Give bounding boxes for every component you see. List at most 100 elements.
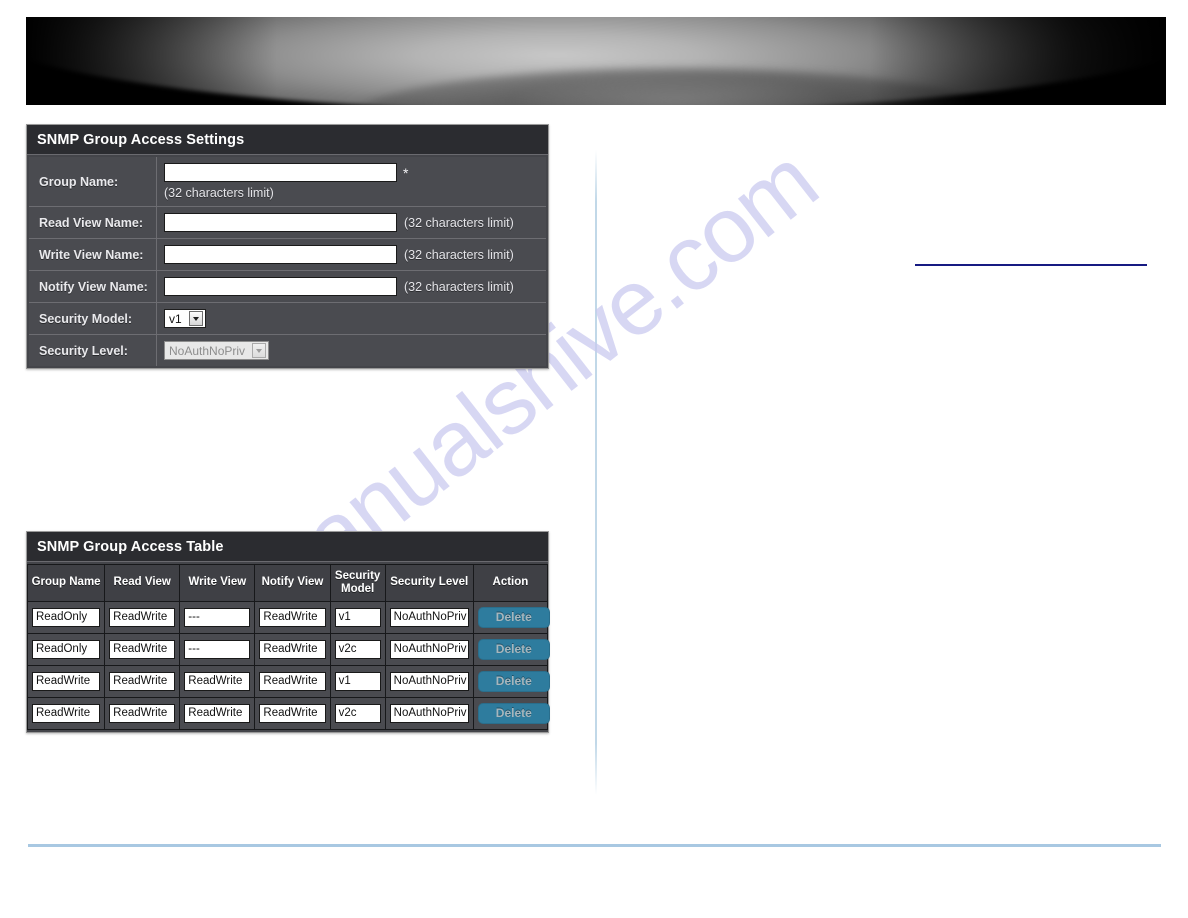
chevron-down-icon[interactable] <box>188 311 203 326</box>
cell-action: Delete <box>472 600 550 634</box>
cell-action: Delete <box>472 664 550 698</box>
snmp-group-access-table-panel: SNMP Group Access Table Group Name Read … <box>26 531 550 733</box>
write-view-name-hint: (32 characters limit) <box>404 247 514 262</box>
security-level-field[interactable]: NoAuthNoPriv <box>389 607 469 627</box>
column-header-write-view: Write View <box>179 564 256 602</box>
read-view-name-value-cell: (32 characters limit) <box>157 207 546 238</box>
group-name-input[interactable] <box>164 163 397 182</box>
column-header-security-level: Security Level <box>384 564 474 602</box>
read-view-name-input[interactable] <box>164 213 397 232</box>
write-view-name-label: Write View Name: <box>29 239 157 270</box>
column-header-action: Action <box>472 564 549 602</box>
cell-read-view: ReadWrite <box>104 600 181 634</box>
read-view-field[interactable]: ReadWrite <box>109 607 176 627</box>
table-panel-title: SNMP Group Access Table <box>27 532 548 562</box>
notify-view-field[interactable]: ReadWrite <box>259 639 326 659</box>
right-column-rule <box>915 264 1147 266</box>
cell-write-view: ReadWrite <box>179 696 256 730</box>
security-level-label: Security Level: <box>29 335 157 366</box>
cell-group-name: ReadOnly <box>26 600 106 634</box>
security-model-selected-value: v1 <box>169 311 182 326</box>
cell-security-model: v2c <box>329 696 386 730</box>
table-row: ReadOnly ReadWrite --- ReadWrite v1 NoAu… <box>26 600 550 634</box>
group-name-value-cell: * (32 characters limit) <box>157 157 546 206</box>
group-name-hint: (32 characters limit) <box>164 186 274 200</box>
security-level-value-cell: NoAuthNoPriv <box>157 335 546 366</box>
group-name-field[interactable]: ReadOnly <box>32 607 101 627</box>
column-header-security-model: Security Model <box>329 564 386 602</box>
security-level-field[interactable]: NoAuthNoPriv <box>389 671 469 691</box>
snmp-group-access-table: Group Name Read View Write View Notify V… <box>26 564 550 730</box>
security-model-field[interactable]: v2c <box>334 703 381 723</box>
write-view-field[interactable]: --- <box>184 639 251 659</box>
write-view-name-value-cell: (32 characters limit) <box>157 239 546 270</box>
security-level-field[interactable]: NoAuthNoPriv <box>389 639 469 659</box>
group-name-field[interactable]: ReadWrite <box>32 703 101 723</box>
write-view-field[interactable]: --- <box>184 607 251 627</box>
cell-security-model: v1 <box>329 664 386 698</box>
cell-write-view: --- <box>179 632 256 666</box>
cell-security-level: NoAuthNoPriv <box>384 632 474 666</box>
table-header-row: Group Name Read View Write View Notify V… <box>26 564 549 602</box>
cell-write-view: ReadWrite <box>179 664 256 698</box>
cell-write-view: --- <box>179 600 256 634</box>
cell-security-level: NoAuthNoPriv <box>384 600 474 634</box>
security-level-field[interactable]: NoAuthNoPriv <box>389 703 469 723</box>
notify-view-field[interactable]: ReadWrite <box>259 671 326 691</box>
form-row-notify-view-name: Notify View Name: (32 characters limit) <box>29 271 546 303</box>
cell-group-name: ReadWrite <box>26 696 106 730</box>
cell-group-name: ReadWrite <box>26 664 106 698</box>
cell-read-view: ReadWrite <box>104 696 181 730</box>
form-row-security-model: Security Model: v1 <box>29 303 546 335</box>
required-asterisk: * <box>403 164 409 181</box>
notify-view-field[interactable]: ReadWrite <box>259 703 326 723</box>
table-row: ReadOnly ReadWrite --- ReadWrite v2c NoA… <box>26 632 550 666</box>
cell-security-level: NoAuthNoPriv <box>384 664 474 698</box>
read-view-field[interactable]: ReadWrite <box>109 703 176 723</box>
notify-view-name-label: Notify View Name: <box>29 271 157 302</box>
banner-vignette <box>26 17 1166 105</box>
security-model-label: Security Model: <box>29 303 157 334</box>
read-view-field[interactable]: ReadWrite <box>109 671 176 691</box>
notify-view-field[interactable]: ReadWrite <box>259 607 326 627</box>
security-level-selected-value: NoAuthNoPriv <box>169 343 246 358</box>
cell-notify-view: ReadWrite <box>254 696 331 730</box>
security-model-select[interactable]: v1 <box>164 309 206 328</box>
group-name-label: Group Name: <box>29 157 157 206</box>
form-row-write-view-name: Write View Name: (32 characters limit) <box>29 239 546 271</box>
product-banner-image <box>26 17 1166 105</box>
write-view-name-input[interactable] <box>164 245 397 264</box>
delete-button[interactable]: Delete <box>477 638 550 660</box>
table-row: ReadWrite ReadWrite ReadWrite ReadWrite … <box>26 696 550 730</box>
group-name-field[interactable]: ReadWrite <box>32 671 101 691</box>
write-view-field[interactable]: ReadWrite <box>184 671 251 691</box>
cell-read-view: ReadWrite <box>104 632 181 666</box>
read-view-field[interactable]: ReadWrite <box>109 639 176 659</box>
group-name-input-line: * <box>164 163 408 182</box>
read-view-name-label: Read View Name: <box>29 207 157 238</box>
cell-action: Delete <box>472 696 550 730</box>
security-model-field[interactable]: v1 <box>334 607 381 627</box>
notify-view-name-input[interactable] <box>164 277 397 296</box>
security-model-field[interactable]: v1 <box>334 671 381 691</box>
security-model-field[interactable]: v2c <box>334 639 381 659</box>
settings-panel-title: SNMP Group Access Settings <box>27 125 548 155</box>
column-header-group-name: Group Name <box>26 564 106 602</box>
delete-button[interactable]: Delete <box>477 670 550 692</box>
notify-view-name-hint: (32 characters limit) <box>404 279 514 294</box>
cell-security-model: v2c <box>329 632 386 666</box>
cell-read-view: ReadWrite <box>104 664 181 698</box>
delete-button[interactable]: Delete <box>477 606 550 628</box>
form-row-group-name: Group Name: * (32 characters limit) <box>29 157 546 207</box>
chevron-down-icon <box>252 343 267 358</box>
write-view-field[interactable]: ReadWrite <box>184 703 251 723</box>
snmp-group-access-settings-panel: SNMP Group Access Settings Group Name: *… <box>26 124 549 369</box>
group-name-field[interactable]: ReadOnly <box>32 639 101 659</box>
security-model-value-cell: v1 <box>157 303 546 334</box>
page-footer-rule <box>28 844 1161 847</box>
delete-button[interactable]: Delete <box>477 702 550 724</box>
page-column-divider <box>595 150 597 795</box>
cell-notify-view: ReadWrite <box>254 632 331 666</box>
settings-form: Group Name: * (32 characters limit) Read… <box>27 155 548 368</box>
cell-notify-view: ReadWrite <box>254 664 331 698</box>
